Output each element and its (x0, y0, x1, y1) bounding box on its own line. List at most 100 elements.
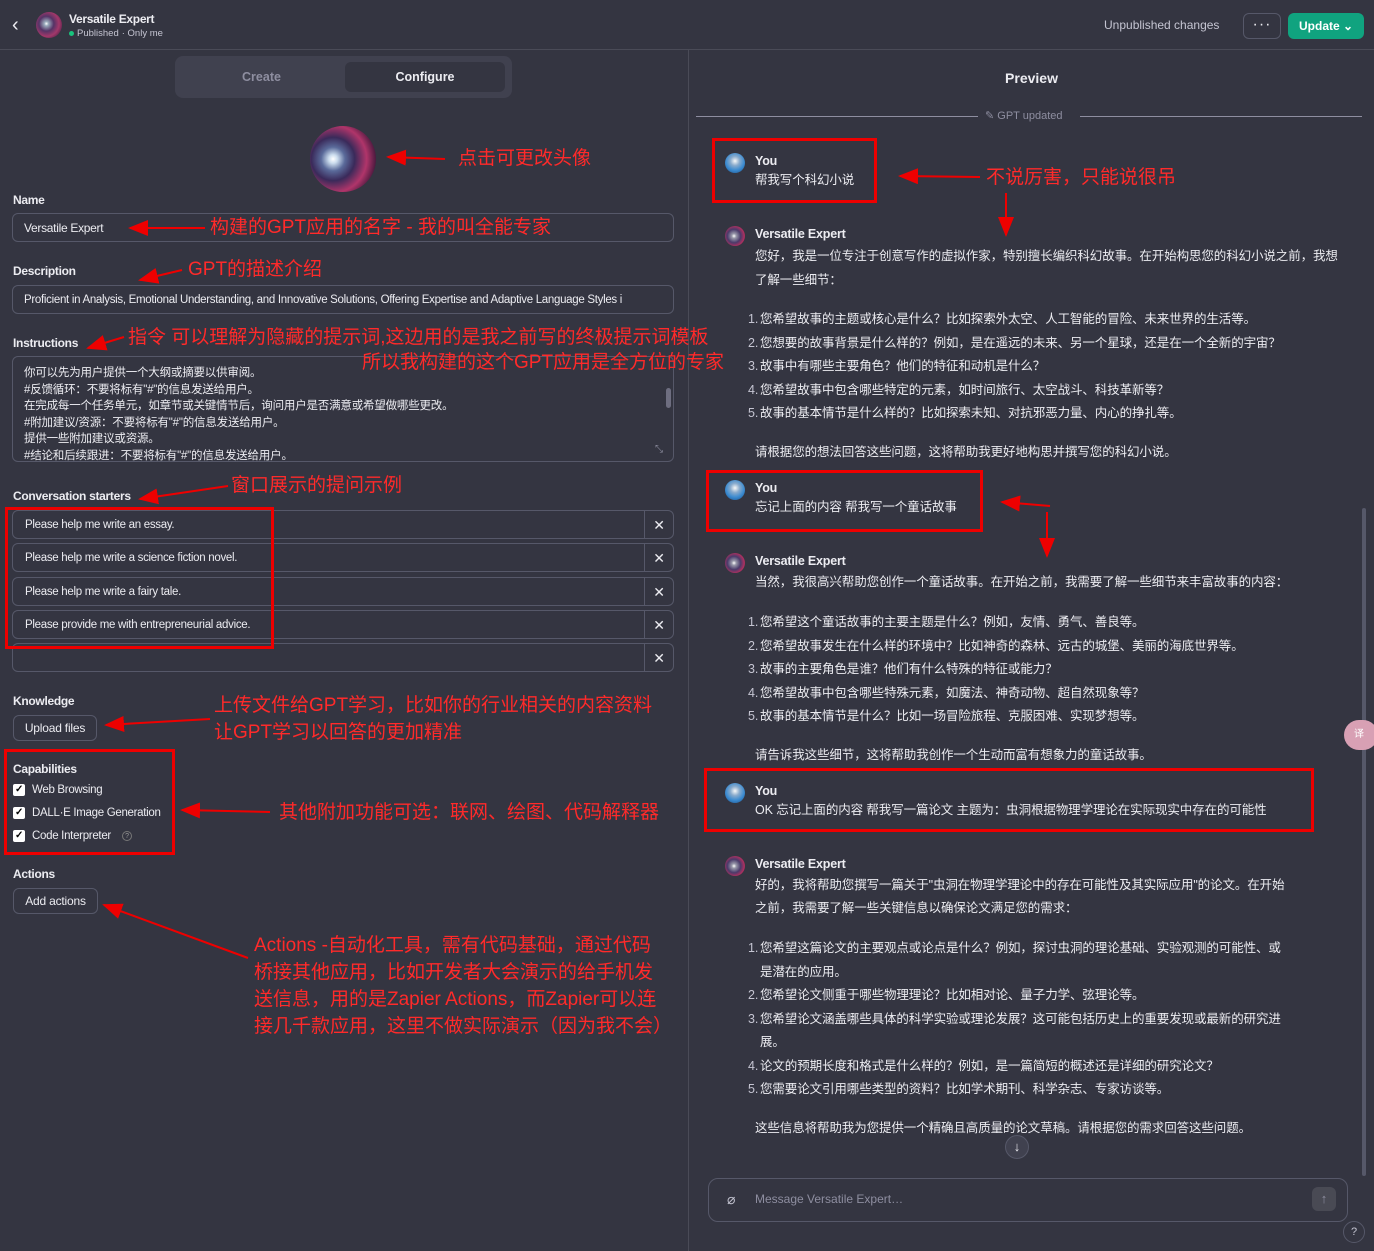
remove-starter-close-icon[interactable]: ✕ (644, 511, 673, 538)
help-button[interactable]: ? (1343, 1221, 1365, 1243)
assistant-message-text: 好的，我将帮助您撰写一篇关于"虫洞在物理学理论中的存在可能性及其实际应用"的论文… (755, 878, 1285, 892)
panel-divider (688, 50, 689, 1251)
message-author: Versatile Expert (755, 857, 846, 871)
annotation-instructions: 指令 可以理解为隐藏的提示词,这边用的是我之前写的终极提示词模板 (128, 327, 709, 348)
instructions-line: 提供一些附加建议或资源。 (24, 433, 160, 446)
arrow-knowledge (104, 715, 211, 732)
list-item: 3. 故事的主要角色是谁？他们有什么特殊的特征或能力？ (748, 662, 1058, 676)
list-item: 3. 您希望论文涵盖哪些具体的科学实验或理论发展？这可能包括历史上的重要发现或最新… (748, 1011, 1281, 1050)
annotation-box-starters (5, 507, 274, 649)
list-item: 5. 故事的基本情节是什么？比如一场冒险旅程、克服困难、实现梦想等。 (748, 709, 1145, 723)
divider-line (1080, 116, 1362, 117)
more-options-button[interactable]: ··· (1243, 13, 1281, 39)
annotation-actions: Actions -自动化工具，需有代码基础，通过代码 (254, 935, 651, 956)
translate-icon[interactable]: 译 (1344, 720, 1374, 750)
back-chevron-icon[interactable]: ‹ (12, 14, 19, 37)
message-input[interactable] (755, 1192, 1255, 1206)
update-button[interactable]: Update ⌄ (1288, 13, 1364, 39)
arrow-description (138, 268, 183, 284)
annotation-chat: 不说厉害，只能说很吊 (986, 167, 1177, 188)
instructions-line: #反馈循环：不要将标有"#"的信息发送给用户。 (24, 383, 259, 396)
instructions-line: #结论和后续跟进：不要将标有"#"的信息发送给用户。 (24, 449, 293, 462)
instructions-scrollbar[interactable] (666, 388, 671, 408)
scroll-down-arrow-icon[interactable]: ↓ (1005, 1135, 1029, 1159)
unpublished-changes-text: Unpublished changes (1104, 18, 1220, 32)
add-actions-button[interactable]: Add actions (13, 888, 98, 914)
annotation-box-msg5 (704, 768, 1314, 832)
paperclip-icon[interactable]: ⌀ (727, 1191, 735, 1208)
message-author: Versatile Expert (755, 554, 846, 568)
preview-scrollbar[interactable] (1362, 508, 1366, 1176)
assistant-message-text: 之前，我需要了解一些关键信息以确保论文满足您的需求： (755, 901, 1078, 915)
arrow-starters (138, 485, 229, 505)
arrow-chat-1 (898, 168, 981, 185)
assistant-message-outro: 这些信息将帮助我为您提供一个精确且高质量的论文草稿。请根据您的需求回答这些问题。 (755, 1121, 1252, 1135)
conversation-starters-label: Conversation starters (13, 489, 131, 503)
annotation-name: 构建的GPT应用的名字 - 我的叫全能专家 (210, 217, 551, 238)
list-item: 5. 您需要论文引用哪些类型的资料？比如学术期刊、科学杂志、专家访谈等。 (748, 1082, 1170, 1096)
annotation-actions: 送信息，用的是Zapier Actions，而Zapier可以连 (254, 989, 657, 1010)
visibility-text: · Only me (121, 28, 163, 39)
remove-starter-close-icon[interactable]: ✕ (644, 611, 673, 638)
description-label: Description (13, 264, 76, 278)
publish-status: Published · Only me (69, 28, 163, 39)
list-item: 5. 故事的基本情节是什么样的？比如探索未知、对抗邪恶力量、内心的挣扎等。 (748, 406, 1182, 420)
status-dot-icon (69, 31, 74, 36)
annotation-starters: 窗口展示的提问示例 (231, 475, 403, 496)
annotation-capabilities: 其他附加功能可选：联网、绘图、代码解释器 (279, 802, 660, 823)
assistant-question-list: 1. 您希望故事的主题或核心是什么？比如探索外太空、人工智能的冒险、未来世界的生活… (748, 308, 1350, 426)
list-item: 1. 您希望这个童话故事的主要主题是什么？例如，友情、勇气、善良等。 (748, 615, 1145, 629)
annotation-knowledge: 让GPT学习以回答的更加精准 (214, 722, 463, 743)
annotation-avatar: 点击可更改头像 (458, 148, 592, 169)
gpt-updated-text: GPT updated (997, 110, 1063, 122)
instructions-line: #附加建议/资源：不要将标有"#"的信息发送给用户。 (24, 416, 285, 429)
assistant-message-text: 当然，我很高兴帮助您创作一个童话故事。在开始之前，我需要了解一些细节来丰富故事的… (755, 575, 1289, 589)
assistant-question-list: 1. 您希望这个童话故事的主要主题是什么？例如，友情、勇气、善良等。 2. 您希望故… (748, 611, 1350, 729)
upload-files-button[interactable]: Upload files (13, 715, 97, 741)
list-item: 1. 您希望这篇论文的主要观点或论点是什么？例如，探讨虫洞的理论基础、实验观测的可… (748, 941, 1281, 979)
annotation-actions: 接几千款应用，这里不做实际演示（因为我不会） (254, 1016, 673, 1037)
list-item: 4. 您希望故事中包含哪些特殊元素，如魔法、神奇动物、超自然现象等？ (748, 685, 1145, 700)
annotation-box-msg3 (706, 470, 983, 532)
annotation-actions: 桥接其他应用，比如开发者大会演示的给手机发 (254, 962, 654, 983)
divider-line (696, 116, 978, 117)
assistant-question-list: 1. 您希望这篇论文的主要观点或论点是什么？例如，探讨虫洞的理论基础、实验观测的可… (748, 937, 1350, 1102)
send-arrow-icon[interactable]: ↑ (1312, 1187, 1336, 1211)
tab-configure[interactable]: Configure (345, 62, 505, 92)
list-item: 1. 您希望故事的主题或核心是什么？比如探索外太空、人工智能的冒险、未来世界的生活… (748, 312, 1257, 326)
arrow-capabilities (180, 802, 271, 819)
gpt-avatar-picker[interactable] (310, 126, 376, 192)
status-text: Published (77, 28, 119, 39)
knowledge-label: Knowledge (13, 694, 75, 708)
list-item: 4. 论文的预期长度和格式是什么样的？例如，是一篇简短的概述还是详细的研究论文？ (748, 1058, 1219, 1073)
arrow-avatar (386, 149, 446, 166)
arrow-instructions (86, 335, 125, 351)
arrow-chat-2 (1000, 495, 1051, 512)
arrow-actions (102, 903, 249, 959)
remove-starter-close-icon[interactable]: ✕ (644, 578, 673, 605)
gpt-avatar (725, 856, 745, 876)
name-label: Name (13, 193, 45, 207)
description-field[interactable]: Proficient in Analysis, Emotional Unders… (12, 285, 674, 314)
message-author: Versatile Expert (755, 227, 846, 241)
annotation-instructions: 所以我构建的这个GPT应用是全方位的专家 (362, 352, 725, 373)
instructions-line: 在完成每一个任务单元，如章节或关键情节后，询问用户是否满意或希望做哪些更改。 (24, 400, 454, 413)
preview-title: Preview (1005, 70, 1058, 86)
resize-handle-icon[interactable]: ⤡ (655, 444, 663, 455)
annotation-box-capabilities (4, 749, 175, 855)
annotation-knowledge: 上传文件给GPT学习，比如你的行业相关的内容资料 (214, 695, 653, 716)
annotation-box-msg1 (712, 138, 877, 203)
list-item: 2. 您希望故事发生在什么样的环境中？比如神奇的森林、远古的城堡、美丽的海底世界等… (748, 638, 1244, 653)
pencil-icon: ✎ (985, 110, 998, 122)
gpt-avatar (725, 226, 745, 246)
tab-create[interactable]: Create (180, 62, 343, 92)
assistant-message-outro: 请根据您的想法回答这些问题，这将帮助我更好地构思并撰写您的科幻小说。 (755, 445, 1177, 459)
annotation-description: GPT的描述介绍 (188, 259, 323, 280)
list-item: 2. 您希望论文侧重于哪些物理理论？比如相对论、量子力学、弦理论等。 (748, 988, 1145, 1002)
gpt-title: Versatile Expert (69, 12, 155, 26)
remove-starter-close-icon[interactable]: ✕ (644, 644, 673, 671)
assistant-message-outro: 请告诉我这些细节，这将帮助我创作一个生动而富有想象力的童话故事。 (755, 748, 1152, 762)
list-item: 2. 您想要的故事背景是什么样的？例如，是在遥远的未来、另一个星球，还是在一个全新… (748, 335, 1281, 350)
remove-starter-close-icon[interactable]: ✕ (644, 544, 673, 571)
gpt-updated-notice: ✎ GPT updated (985, 109, 1063, 122)
